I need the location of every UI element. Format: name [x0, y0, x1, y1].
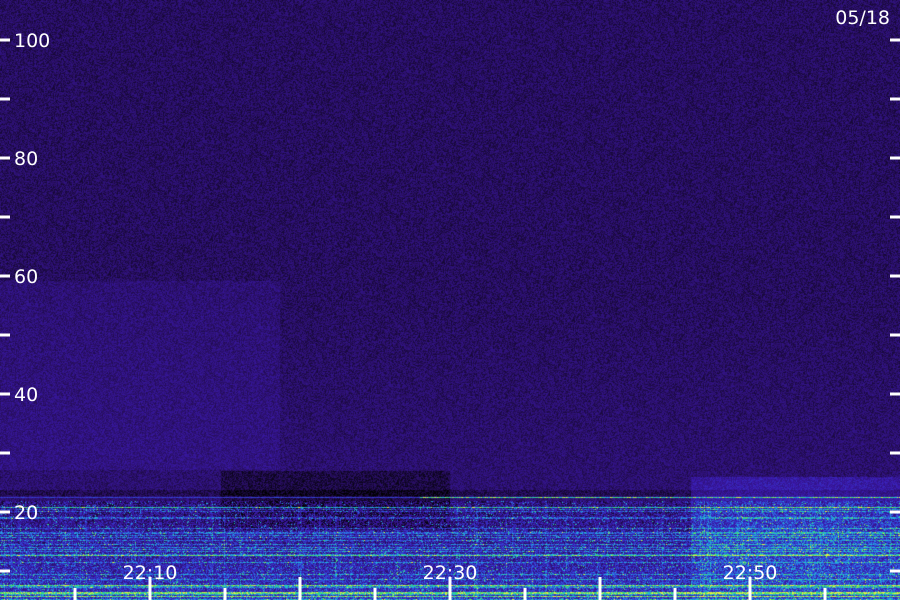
x-axis: 22:10 22:30 22:50 [73, 562, 827, 600]
x-tick-label: 22:30 [423, 562, 478, 584]
y-tick-label: 60 [14, 266, 38, 288]
axis-overlay: 20 40 60 80 100 22:10 22:30 22:50 05/18 [0, 7, 900, 600]
y-tick-label: 100 [14, 30, 50, 52]
x-tick-label: 22:10 [123, 562, 178, 584]
date-label: 05/18 [835, 7, 890, 29]
x-tick-label: 22:50 [723, 562, 778, 584]
spectrogram-chart: 20 40 60 80 100 22:10 22:30 22:50 05/18 [0, 0, 900, 600]
y-axis: 20 40 60 80 100 [0, 30, 900, 573]
y-tick-label: 40 [14, 384, 38, 406]
y-tick-label: 20 [14, 502, 38, 524]
y-tick-label: 80 [14, 148, 38, 170]
